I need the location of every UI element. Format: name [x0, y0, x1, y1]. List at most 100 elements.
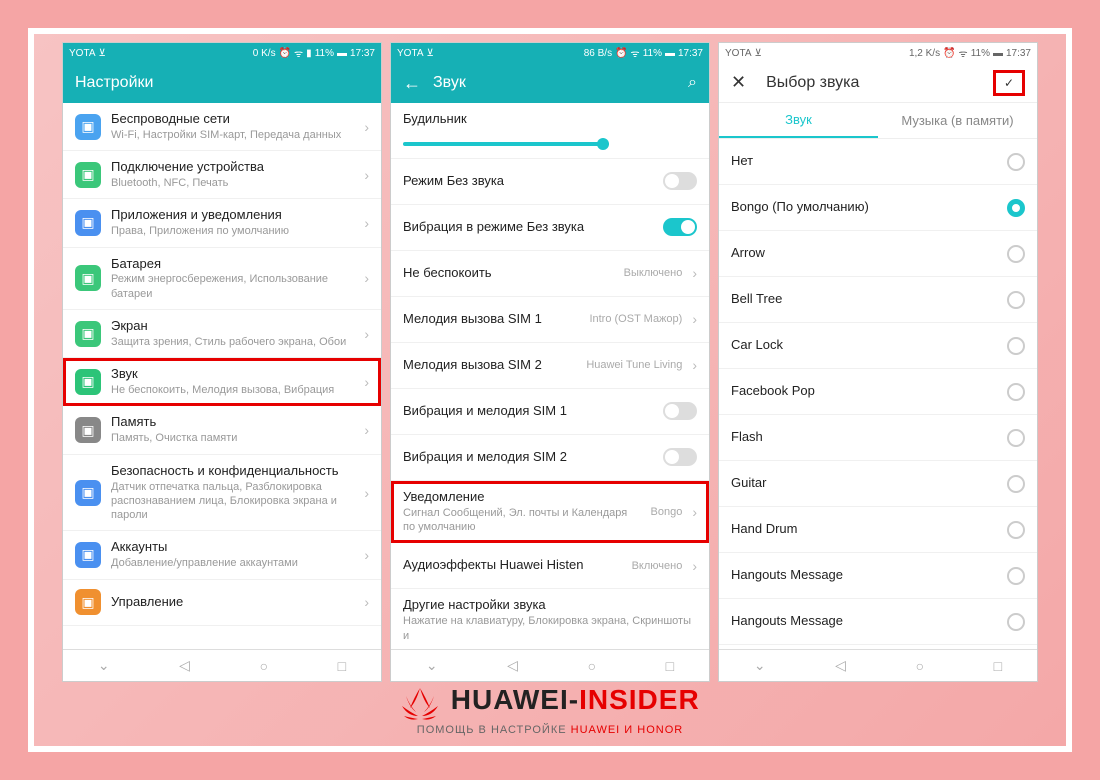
carrier-label: YOTA [725, 48, 751, 59]
ringtone-row[interactable]: Hand Drum [719, 507, 1037, 553]
row-icon: ▣ [75, 321, 101, 347]
row-icon: ▣ [75, 114, 101, 140]
sound-row[interactable]: Вибрация в режиме Без звука [391, 205, 709, 251]
radio-button[interactable] [1007, 613, 1025, 631]
volume-slider[interactable] [403, 142, 609, 146]
row-title: Не беспокоить [403, 265, 614, 282]
ringtone-row[interactable]: Facebook Pop [719, 369, 1037, 415]
ringtone-row[interactable]: Bell Tree [719, 277, 1037, 323]
sound-row[interactable]: Мелодия вызова SIM 1Intro (OST Мажор)› [391, 297, 709, 343]
page-title: Настройки [75, 74, 369, 92]
ringtone-row[interactable]: Hangouts Message [719, 553, 1037, 599]
settings-row[interactable]: ▣АккаунтыДобавление/управление аккаунтам… [63, 531, 381, 579]
home-icon[interactable]: ○ [260, 658, 268, 674]
settings-row[interactable]: ▣ЭкранЗащита зрения, Стиль рабочего экра… [63, 310, 381, 358]
settings-row[interactable]: ▣БатареяРежим энергосбережения, Использо… [63, 248, 381, 310]
ringtone-row[interactable]: Flash [719, 415, 1037, 461]
ringtone-row[interactable]: Hangouts Message [719, 599, 1037, 645]
sound-row[interactable]: Будильник [391, 103, 709, 159]
row-subtitle: Не беспокоить, Мелодия вызова, Вибрация [111, 383, 354, 397]
wifi-icon: ᯤ [959, 46, 968, 60]
back-icon[interactable]: ◁ [835, 657, 846, 674]
frame: YOTA ⊻ 0 K/s⏰ᯤ▮11%▬17:37 Настройки ▣Бесп… [28, 28, 1072, 752]
close-button[interactable]: ✕ [731, 72, 746, 93]
row-icon: ▣ [75, 210, 101, 236]
radio-button[interactable] [1007, 567, 1025, 585]
ringtone-row[interactable]: Guitar [719, 461, 1037, 507]
sound-row[interactable]: Мелодия вызова SIM 2Huawei Tune Living› [391, 343, 709, 389]
chevron-down-icon[interactable]: ⌄ [426, 657, 438, 674]
radio-button[interactable] [1007, 291, 1025, 309]
row-title: Мелодия вызова SIM 2 [403, 357, 576, 374]
settings-row[interactable]: ▣Беспроводные сетиWi-Fi, Настройки SIM-к… [63, 103, 381, 151]
back-button[interactable]: ← [403, 73, 421, 94]
toggle-switch[interactable] [663, 218, 697, 236]
ringtone-list[interactable]: НетBongo (По умолчанию) Arrow Bell Tree Car… [719, 139, 1037, 649]
sound-list[interactable]: Будильник Режим Без звука Вибрация в режим… [391, 103, 709, 649]
settings-row[interactable]: ▣ЗвукНе беспокоить, Мелодия вызова, Вибр… [63, 358, 381, 406]
back-icon[interactable]: ◁ [507, 657, 518, 674]
radio-button[interactable] [1007, 521, 1025, 539]
sound-row[interactable]: Вибрация и мелодия SIM 2 [391, 435, 709, 481]
settings-row[interactable]: ▣Управление› [63, 580, 381, 626]
signal-icon: ▮ [306, 48, 312, 59]
row-title: Аккаунты [111, 539, 354, 556]
phone-sound: YOTA ⊻ 86 B/s⏰ᯤ11%▬17:37 ← Звук ⌕ Будиль… [390, 42, 710, 682]
tab-sound[interactable]: Звук [719, 103, 878, 138]
radio-button[interactable] [1007, 383, 1025, 401]
sound-row[interactable]: Не беспокоитьВыключено› [391, 251, 709, 297]
recent-icon[interactable]: □ [338, 658, 346, 674]
sound-row[interactable]: Вибрация и мелодия SIM 1 [391, 389, 709, 435]
speed-label: 1,2 K/s [909, 48, 940, 59]
sound-row[interactable]: Другие настройки звукаНажатие на клавиат… [391, 589, 709, 649]
back-icon[interactable]: ◁ [179, 657, 190, 674]
radio-button[interactable] [1007, 199, 1025, 217]
chevron-right-icon: › [364, 547, 369, 563]
row-value: Включено [632, 560, 683, 572]
time-label: 17:37 [350, 48, 375, 59]
search-icon[interactable]: ⌕ [688, 74, 697, 92]
radio-button[interactable] [1007, 153, 1025, 171]
tab-music[interactable]: Музыка (в памяти) [878, 103, 1037, 138]
chevron-right-icon: › [692, 558, 697, 574]
recent-icon[interactable]: □ [994, 658, 1002, 674]
toggle-switch[interactable] [663, 172, 697, 190]
ringtone-row[interactable]: Car Lock [719, 323, 1037, 369]
settings-list[interactable]: ▣Беспроводные сетиWi-Fi, Настройки SIM-к… [63, 103, 381, 649]
tabs: Звук Музыка (в памяти) [719, 103, 1037, 139]
page-title: Звук [433, 74, 676, 92]
speed-label: 86 B/s [584, 48, 612, 59]
sound-row[interactable]: Режим Без звука [391, 159, 709, 205]
sound-row[interactable]: Аудиоэффекты Huawei HistenВключено› [391, 543, 709, 589]
phone-ringtone: YOTA ⊻ 1,2 K/s⏰ᯤ11%▬17:37 ✕ Выбор звука … [718, 42, 1038, 682]
chevron-down-icon[interactable]: ⌄ [754, 657, 766, 674]
row-value: Intro (OST Мажор) [589, 313, 682, 325]
radio-button[interactable] [1007, 429, 1025, 447]
radio-button[interactable] [1007, 475, 1025, 493]
nav-bar: ⌄ ◁ ○ □ [719, 649, 1037, 681]
ringtone-row[interactable]: Arrow [719, 231, 1037, 277]
toggle-switch[interactable] [663, 402, 697, 420]
settings-row[interactable]: ▣Подключение устройстваBluetooth, NFC, П… [63, 151, 381, 199]
settings-row[interactable]: ▣ПамятьПамять, Очистка памяти› [63, 406, 381, 454]
ringtone-row[interactable]: Bongo (По умолчанию) [719, 185, 1037, 231]
home-icon[interactable]: ○ [916, 658, 924, 674]
ringtone-row[interactable]: Нет [719, 139, 1037, 185]
settings-row[interactable]: ▣Приложения и уведомленияПрава, Приложен… [63, 199, 381, 247]
toggle-switch[interactable] [663, 448, 697, 466]
confirm-button[interactable]: ✓ [993, 70, 1025, 96]
radio-button[interactable] [1007, 337, 1025, 355]
recent-icon[interactable]: □ [666, 658, 674, 674]
sound-row[interactable]: УведомлениеСигнал Сообщений, Эл. почты и… [391, 481, 709, 543]
row-title: Будильник [403, 111, 467, 128]
row-title: Беспроводные сети [111, 111, 354, 128]
ringtone-row[interactable]: Joyful [719, 645, 1037, 649]
radio-button[interactable] [1007, 245, 1025, 263]
chevron-down-icon[interactable]: ⌄ [98, 657, 110, 674]
ringtone-name: Bell Tree [731, 291, 997, 308]
row-title: Режим Без звука [403, 173, 653, 190]
ringtone-name: Arrow [731, 245, 997, 262]
settings-row[interactable]: ▣Безопасность и конфиденциальностьДатчик… [63, 455, 381, 532]
home-icon[interactable]: ○ [588, 658, 596, 674]
time-label: 17:37 [678, 48, 703, 59]
